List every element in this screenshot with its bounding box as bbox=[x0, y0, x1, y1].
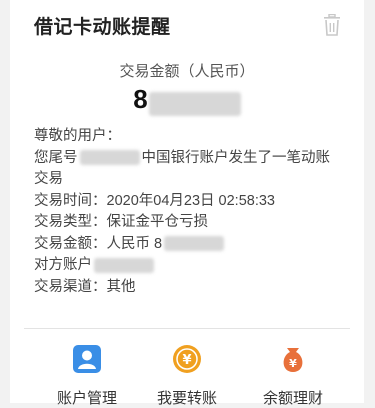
transfer-icon: ¥ bbox=[173, 345, 201, 373]
counterparty-row: 对方账户 bbox=[34, 255, 354, 277]
account-notice-suffix: 中国银行账户发生了一笔动账 bbox=[141, 149, 331, 166]
greeting: 尊敬的用户： bbox=[34, 128, 121, 144]
quick-actions: 账户管理 ¥ 我要转账 ¥ 余额理财 bbox=[10, 340, 364, 407]
account-manage-label: 账户管理 bbox=[56, 390, 117, 407]
transfer-button[interactable]: ¥ 我要转账 bbox=[132, 340, 242, 408]
wealth-label: 余额理财 bbox=[262, 390, 323, 407]
notification-title: 借记卡动账提醒 bbox=[34, 17, 171, 38]
divider bbox=[24, 328, 350, 329]
amount-value: 8 bbox=[133, 84, 149, 114]
account-notice-line: 您尾号 中国银行账户发生了一笔动账 bbox=[34, 148, 354, 170]
amount-label: 交易金额（人民币） bbox=[119, 63, 255, 80]
redacted-account-tail bbox=[79, 150, 140, 166]
transaction-type-label: 交易类型： bbox=[34, 214, 107, 230]
channel-label: 交易渠道： bbox=[34, 278, 107, 295]
transaction-time-value: 2020年04月23日 02:58:33 bbox=[106, 192, 275, 209]
trash-icon[interactable] bbox=[322, 14, 342, 36]
transaction-time-label: 交易时间： bbox=[34, 192, 107, 209]
channel-row: 交易渠道：其他 bbox=[34, 277, 354, 299]
account-manage-icon bbox=[73, 345, 101, 373]
svg-text:¥: ¥ bbox=[182, 353, 191, 368]
account-notice-prefix: 您尾号 bbox=[34, 149, 78, 166]
account-manage-button[interactable]: 账户管理 bbox=[32, 340, 142, 408]
transfer-label: 我要转账 bbox=[156, 390, 217, 407]
svg-text:¥: ¥ bbox=[289, 357, 297, 370]
transaction-type-value: 保证金平仓亏损 bbox=[106, 214, 209, 230]
amount-display: 8 bbox=[10, 84, 364, 116]
transaction-amount-row: 交易金额：人民币 8 bbox=[34, 234, 354, 256]
account-notice-continuation: 交易 bbox=[34, 171, 63, 187]
notification-card: 借记卡动账提醒 交易金额（人民币） 8 尊敬的用户： 您尾号 中国银行账户发生了一… bbox=[10, 0, 364, 407]
channel-value: 其他 bbox=[106, 278, 136, 295]
transaction-amount-value: 人民币 8 bbox=[106, 235, 163, 252]
transaction-time-row: 交易时间：2020年04月23日 02:58:33 bbox=[34, 191, 354, 213]
transaction-details: 尊敬的用户： 您尾号 中国银行账户发生了一笔动账 交易 交易时间：2020年04月… bbox=[34, 126, 354, 298]
redacted-amount bbox=[148, 91, 241, 116]
wealth-icon: ¥ bbox=[283, 348, 303, 372]
counterparty-label: 对方账户 bbox=[34, 257, 92, 273]
transaction-amount-label: 交易金额： bbox=[34, 235, 107, 252]
wealth-button[interactable]: ¥ 余额理财 bbox=[238, 340, 348, 408]
redacted-counterparty bbox=[94, 257, 154, 273]
transaction-type-row: 交易类型：保证金平仓亏损 bbox=[34, 212, 354, 234]
redacted-transaction-amount bbox=[164, 236, 225, 252]
